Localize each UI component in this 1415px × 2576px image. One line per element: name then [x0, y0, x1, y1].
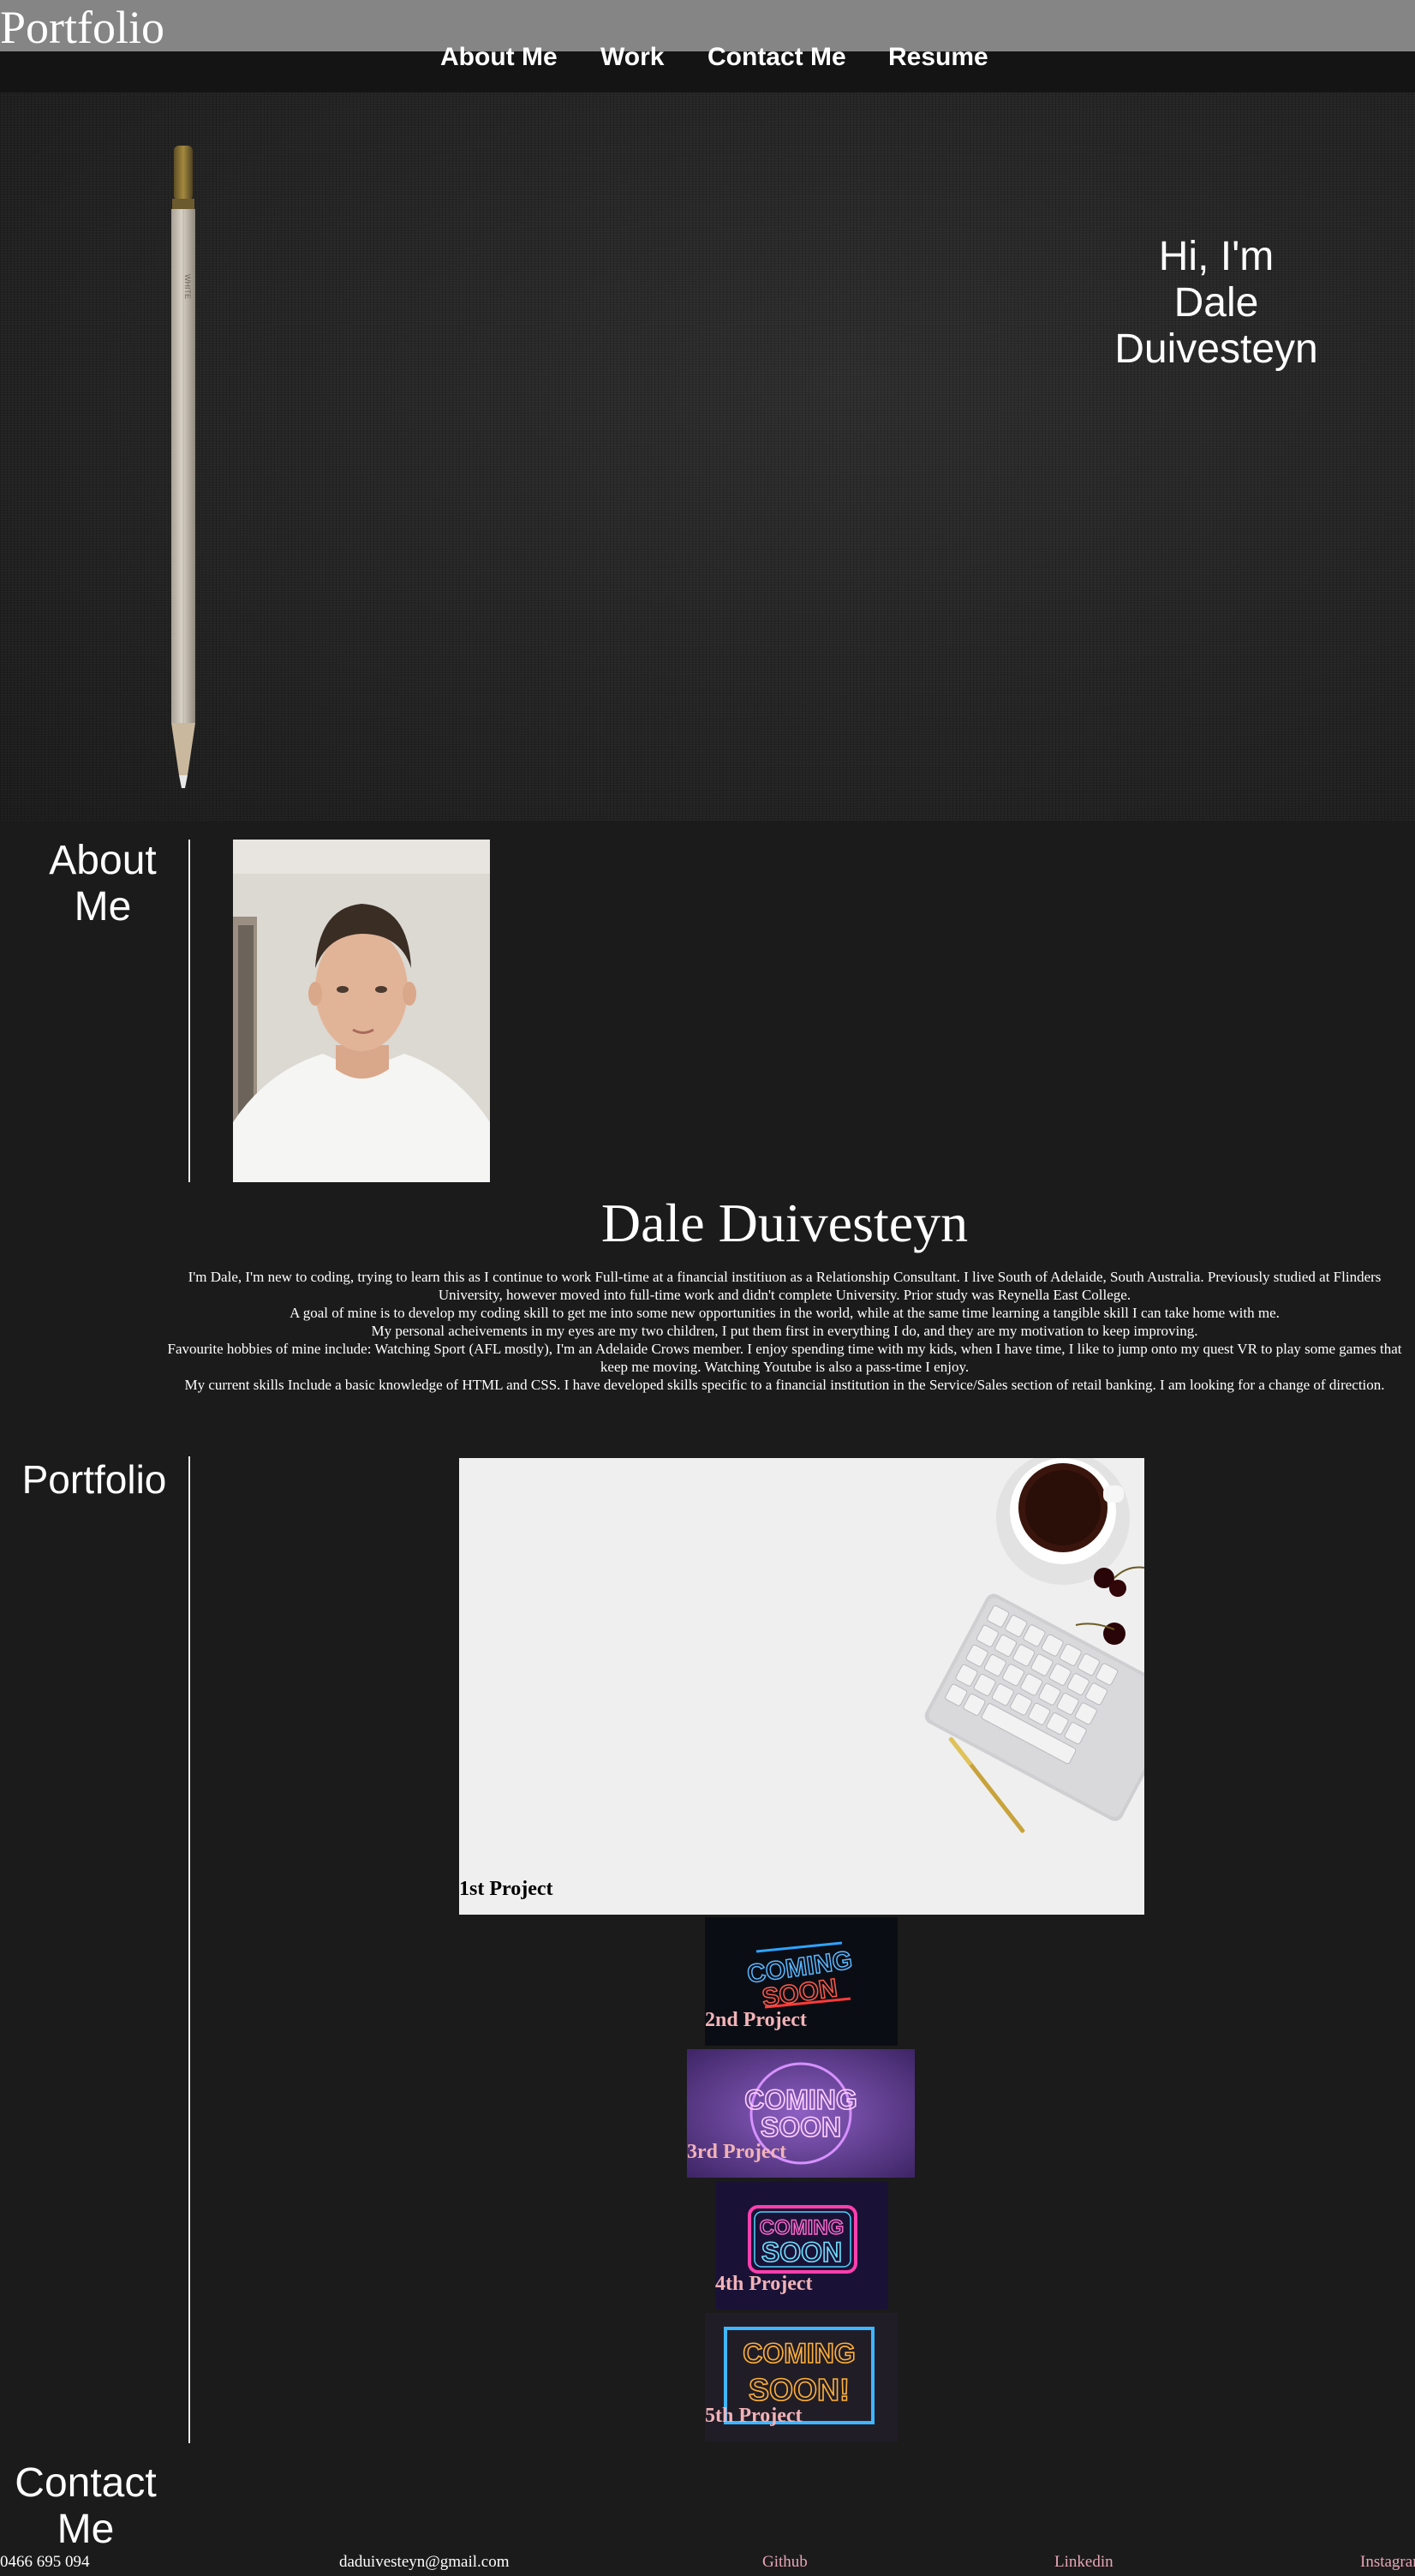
nav-work[interactable]: Work	[600, 43, 664, 72]
greeting-line-3: Duivesteyn	[1114, 326, 1318, 372]
project-label-3[interactable]: 3rd Project	[687, 2141, 786, 2164]
greeting-line-2: Dale	[1173, 280, 1259, 326]
svg-text:COMING: COMING	[744, 2084, 857, 2115]
project-card-5[interactable]: COMING SOON! 5th Project	[705, 2313, 898, 2442]
project-card-2[interactable]: COMING SOON 2nd Project	[705, 1917, 898, 2046]
contact-heading-line-1: Contact	[15, 2460, 157, 2506]
nav-contact-me[interactable]: Contact Me	[708, 43, 846, 72]
contact-heading: Contact Me	[0, 2460, 171, 2553]
about-heading-line-1: About	[49, 838, 157, 883]
project-card-3[interactable]: COMING SOON 3rd Project	[687, 2049, 915, 2178]
project-label-2[interactable]: 2nd Project	[705, 2009, 807, 2032]
project-label-1[interactable]: 1st Project	[459, 1878, 553, 1901]
project-card-1[interactable]: 1st Project	[459, 1458, 1144, 1915]
contact-phone: 0466 695 094	[0, 2553, 90, 2571]
about-heading: About Me	[34, 838, 171, 930]
nav-resume[interactable]: Resume	[888, 43, 988, 72]
bio-paragraph-1: I'm Dale, I'm new to coding, trying to l…	[188, 1269, 1382, 1303]
svg-text:COMING: COMING	[743, 2338, 856, 2369]
about-bio: I'm Dale, I'm new to coding, trying to l…	[163, 1268, 1406, 1394]
project-label-5[interactable]: 5th Project	[705, 2405, 803, 2428]
pencil-image: WHITE	[171, 146, 195, 788]
github-link[interactable]: Github	[762, 2553, 808, 2572]
about-divider	[188, 840, 190, 1182]
svg-text:SOON: SOON	[761, 2237, 842, 2268]
project-card-4[interactable]: COMING SOON 4th Project	[715, 2181, 888, 2310]
svg-text:SOON!: SOON!	[749, 2372, 850, 2407]
svg-text:COMING: COMING	[760, 2216, 845, 2239]
nav-about-me[interactable]: About Me	[440, 43, 558, 72]
about-heading-line-2: Me	[74, 884, 132, 929]
hero-greeting: Hi, I'm Dale Duivesteyn	[1096, 234, 1336, 373]
portfolio-divider	[188, 1456, 190, 2443]
svg-text:SOON: SOON	[761, 2112, 841, 2143]
instagram-link[interactable]: Instagram	[1360, 2553, 1415, 2572]
contact-email[interactable]: daduivesteyn@gmail.com	[339, 2553, 509, 2572]
bio-paragraph-3: My personal acheivements in my eyes are …	[371, 1323, 1198, 1339]
bio-paragraph-2: A goal of mine is to develop my coding s…	[290, 1305, 1280, 1321]
greeting-line-1: Hi, I'm	[1158, 234, 1275, 279]
bio-paragraph-4: Favourite hobbies of mine include: Watch…	[167, 1341, 1402, 1375]
site-brand[interactable]: Portfolio	[0, 2, 164, 53]
svg-text:WHITE: WHITE	[183, 274, 192, 299]
portfolio-heading: Portfolio	[21, 1457, 167, 1502]
project-label-4[interactable]: 4th Project	[715, 2273, 813, 2296]
contact-heading-line-2: Me	[57, 2507, 115, 2552]
desk-keyboard-coffee-image	[459, 1458, 1144, 1915]
profile-photo	[233, 840, 490, 1182]
linkedin-link[interactable]: Linkedin	[1054, 2553, 1113, 2572]
bio-paragraph-5: My current skills Include a basic knowle…	[184, 1377, 1385, 1393]
about-name: Dale Duivesteyn	[600, 1192, 969, 1253]
hero-banner: WHITE Hi, I'm Dale Duivesteyn	[0, 93, 1415, 821]
